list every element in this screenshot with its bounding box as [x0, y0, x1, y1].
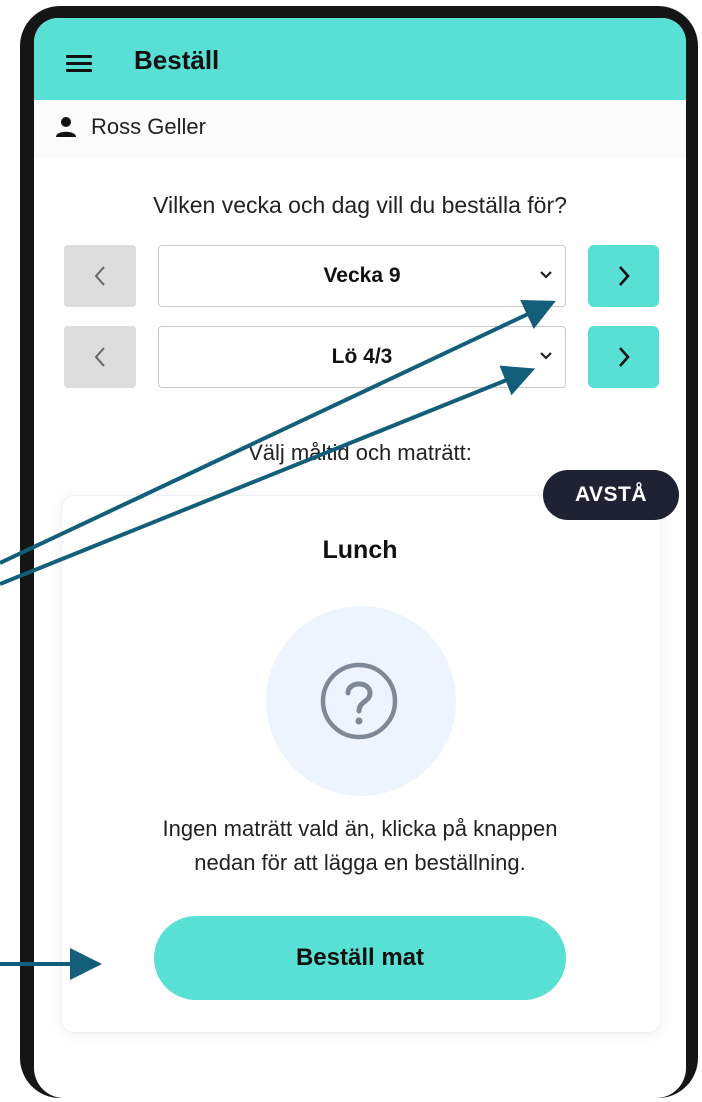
chevron-left-icon — [94, 266, 105, 286]
week-row: Vecka 9 — [34, 245, 686, 309]
day-row: Lö 4/3 — [34, 326, 686, 390]
user-name: Ross Geller — [91, 114, 206, 139]
top-app-bar: Beställ — [34, 18, 686, 100]
next-day-button[interactable] — [588, 326, 659, 388]
question-mark-icon — [320, 662, 398, 740]
week-day-question: Vilken vecka och dag vill du beställa fö… — [153, 192, 567, 218]
skip-meal-button[interactable]: AVSTÅ — [543, 470, 679, 520]
meal-prompt: Välj måltid och maträtt: — [248, 440, 472, 465]
prev-day-button[interactable] — [64, 326, 136, 388]
next-week-button[interactable] — [588, 245, 659, 307]
chevron-down-icon — [540, 271, 552, 279]
empty-state-line-2: nedan för att lägga en beställning. — [194, 850, 526, 875]
chevron-right-icon — [618, 347, 630, 367]
page-title: Beställ — [134, 45, 220, 75]
meal-title: Lunch — [322, 536, 398, 564]
order-food-button[interactable]: Beställ mat — [154, 916, 566, 1000]
week-select-value: Vecka 9 — [323, 264, 401, 287]
person-icon — [56, 117, 76, 137]
day-select-value: Lö 4/3 — [331, 345, 393, 368]
empty-state-line-1: Ingen maträtt vald än, klicka på knappen — [162, 816, 558, 841]
chevron-right-icon — [618, 266, 630, 286]
prev-week-button[interactable] — [64, 245, 136, 307]
week-select[interactable]: Vecka 9 — [158, 245, 566, 307]
chevron-down-icon — [540, 352, 552, 360]
empty-state-message: Ingen maträtt vald än, klicka på knappen… — [74, 812, 646, 880]
chevron-left-icon — [94, 347, 105, 367]
app-screen: Beställ Ross Geller Vilken vecka och dag… — [34, 18, 686, 1098]
day-select[interactable]: Lö 4/3 — [158, 326, 566, 388]
hamburger-menu-icon[interactable] — [66, 55, 92, 73]
